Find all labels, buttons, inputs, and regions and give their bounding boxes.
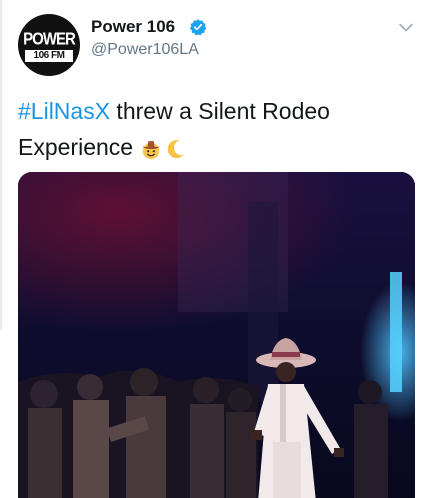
tweet-card: POWER 106 FM Power 106 @Power106LA #LilN…: [0, 0, 429, 498]
avatar[interactable]: POWER 106 FM: [18, 14, 80, 76]
crescent-moon-icon: [168, 139, 184, 158]
hashtag-link[interactable]: #LilNasX: [18, 98, 110, 124]
tweet-text-line1: threw a Silent Rodeo: [110, 98, 330, 124]
avatar-logo-power: POWER: [23, 29, 76, 50]
verified-badge-icon: [189, 19, 207, 36]
tweet-text: #LilNasX threw a Silent Rodeo Experience: [18, 93, 413, 165]
chevron-down-icon[interactable]: [398, 22, 414, 34]
display-name[interactable]: Power 106: [91, 17, 175, 37]
video-thumbnail[interactable]: [18, 172, 415, 498]
left-divider: [0, 0, 2, 330]
account-handle[interactable]: @Power106LA: [91, 41, 199, 59]
cowboy-hat-face-icon: [142, 140, 160, 160]
tweet-text-line2: Experience: [18, 134, 140, 160]
avatar-logo-fm: 106 FM: [25, 50, 73, 62]
